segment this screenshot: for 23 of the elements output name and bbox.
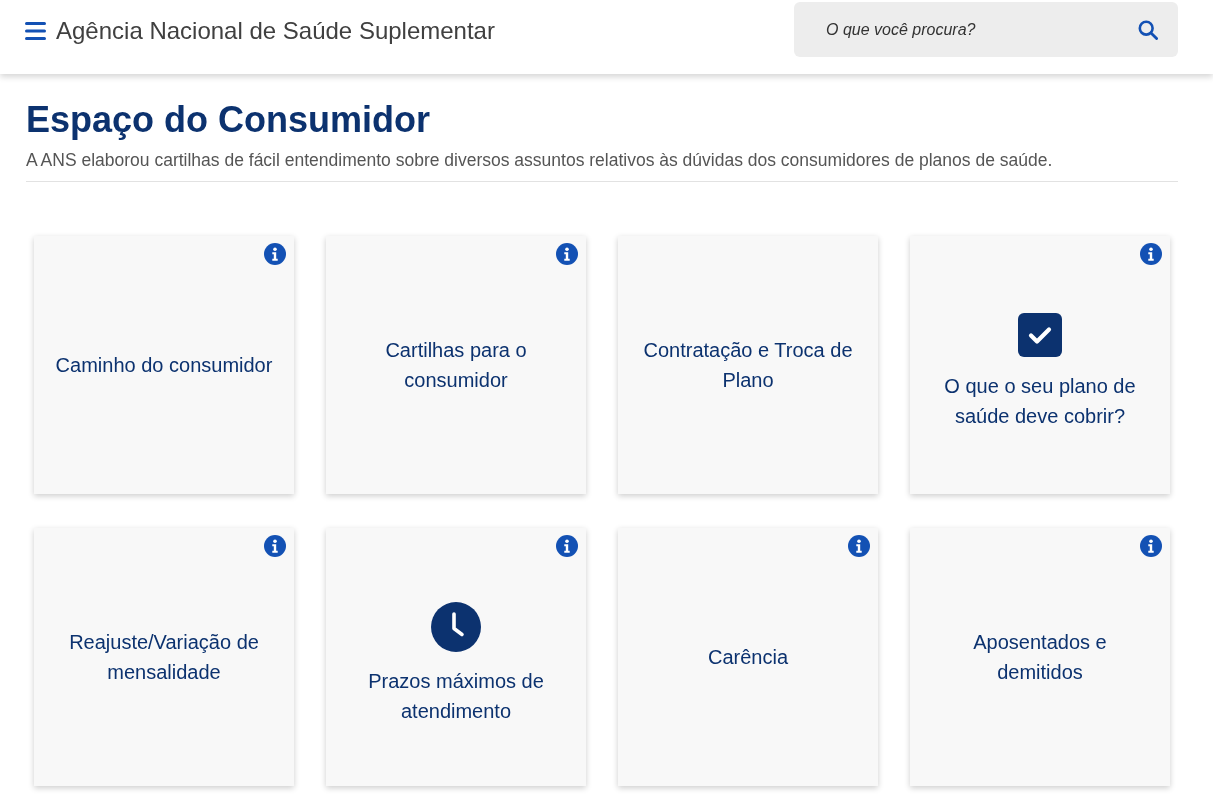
topic-card[interactable]: Aposentados e demitidos	[910, 528, 1170, 786]
site-title[interactable]: Agência Nacional de Saúde Suplementar	[56, 17, 495, 45]
checkbox-icon	[1018, 313, 1062, 357]
page-title: Espaço do Consumidor	[26, 98, 432, 142]
menu-icon[interactable]	[25, 22, 46, 40]
info-icon[interactable]	[264, 535, 286, 557]
search-field[interactable]: O que você procura?	[794, 2, 1178, 57]
clock-icon	[431, 602, 481, 652]
topic-card[interactable]: Contratação e Troca de Plano	[618, 236, 878, 494]
info-icon[interactable]	[556, 243, 578, 265]
info-icon[interactable]	[556, 535, 578, 557]
info-icon[interactable]	[848, 535, 870, 557]
topic-card[interactable]: O que o seu plano de saúde deve cobrir?	[910, 236, 1170, 494]
info-icon[interactable]	[264, 243, 286, 265]
search-icon[interactable]	[1138, 20, 1158, 40]
topic-card[interactable]: Reajuste/Variação de mensalidade	[34, 528, 294, 786]
topic-card[interactable]: Carência	[618, 528, 878, 786]
topic-card[interactable]: Caminho do consumidor	[34, 236, 294, 494]
topic-card[interactable]: Cartilhas para o consumidor	[326, 236, 586, 494]
topic-card[interactable]: Prazos máximos de atendimento	[326, 528, 586, 786]
page-description: A ANS elaborou cartilhas de fácil entendimento sobre diversos assuntos relativos às dúvidas dos consumidores de planos de saúde.	[26, 149, 1054, 172]
info-icon[interactable]	[1140, 535, 1162, 557]
info-icon[interactable]	[1140, 243, 1162, 265]
